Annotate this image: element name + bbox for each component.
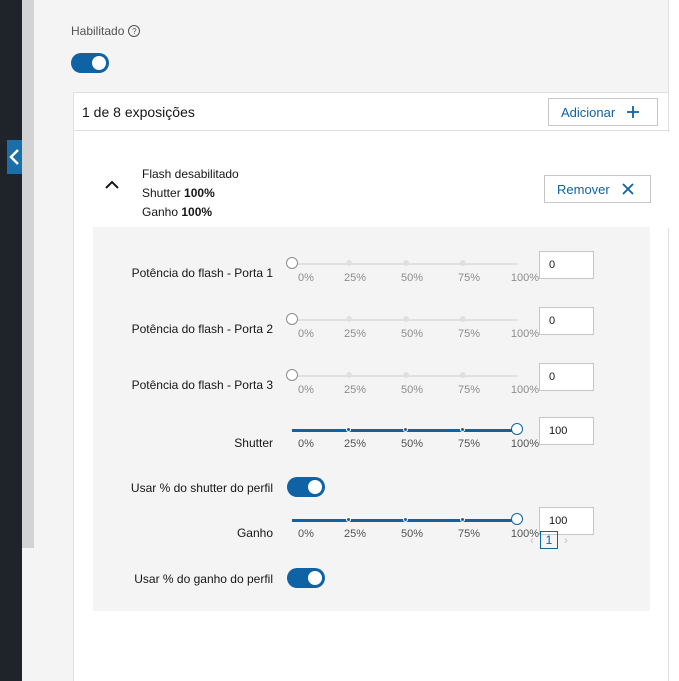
sidebar-strip [22,0,34,548]
add-button-label: Adicionar [561,104,616,120]
slider-tick-label: 50% [400,528,424,540]
exposures-header: 1 de 8 exposições Adicionar [74,93,670,131]
slider-tick-label: 75% [457,384,481,396]
slider-label: Potência do flash - Porta 1 [131,266,273,280]
chevron-up-icon[interactable] [105,180,119,190]
left-rail [0,0,22,681]
slider-tick [403,427,408,432]
slider-tick-label: 25% [343,384,367,396]
slider-tick-label: 0% [298,528,314,540]
percent-slider[interactable]: 0% 25% 50% 75% 100% [287,423,539,454]
toggle-knob [308,480,322,494]
add-button[interactable]: Adicionar [548,98,658,126]
slider-tick [403,372,409,378]
shutter-summary: Shutter 100% [142,184,239,203]
percent-slider[interactable]: 0% 25% 50% 75% 100% [286,313,539,344]
slider-tick-label: 0% [298,384,314,396]
use-profile-shutter-label: Usar % do shutter do perfil [130,481,273,495]
slider-tick-label: 50% [400,438,424,450]
slider-tick-label: 75% [457,438,481,450]
percent-slider[interactable]: 0% 25% 50% 75% 100% [287,513,539,544]
shutter-summary-value: 100% [184,186,215,200]
percent-input[interactable] [539,417,594,445]
slider-tick [346,372,352,378]
slider-tick [460,517,465,522]
shutter-summary-label: Shutter [142,186,181,200]
percent-slider[interactable]: 0% 25% 50% 75% 100% [286,369,539,400]
use-profile-gain-toggle[interactable] [287,568,325,588]
page-number[interactable]: 1 [540,531,558,549]
percent-input[interactable] [539,307,594,335]
slider-tick [460,260,466,266]
slider-handle[interactable] [286,369,298,381]
close-icon [622,183,634,195]
percent-slider[interactable]: 0% 25% 50% 75% 100% [286,257,539,288]
slider-tick [346,517,351,522]
next-page-button[interactable]: › [564,533,568,547]
exposure-count: 1 de 8 exposições [82,104,195,120]
slider-tick [460,372,466,378]
pagination: ‹ 1 › [530,531,568,549]
help-icon[interactable]: ? [128,25,141,37]
remove-button-label: Remover [557,181,610,197]
toggle-knob [308,571,322,585]
toggle-knob [92,56,106,70]
remove-button[interactable]: Remover [544,175,651,203]
slider-tick-label: 50% [400,328,424,340]
use-profile-gain-label: Usar % do ganho do perfil [134,572,273,586]
slider-tick-label: 75% [457,528,481,540]
slider-handle[interactable] [286,313,298,325]
slider-tick-label: 25% [343,438,367,450]
percent-input[interactable] [539,251,594,279]
gain-summary: Ganho 100% [142,203,239,222]
slider-handle[interactable] [511,513,523,525]
enabled-label: Habilitado ? [71,24,141,38]
prev-page-button[interactable]: ‹ [530,533,534,547]
slider-tick [346,260,352,266]
exposure-details: Flash desabilitado Shutter 100% Ganho 10… [142,165,239,222]
slider-tick [403,316,409,322]
enabled-label-text: Habilitado [71,24,125,38]
slider-tick [403,260,409,266]
slider-tick-label: 75% [457,272,481,284]
slider-tick [460,427,465,432]
slider-tick-label: 25% [343,528,367,540]
slider-label: Ganho [236,526,273,540]
slider-tick-label: 0% [298,438,314,450]
slider-tick-label: 25% [343,328,367,340]
enabled-toggle[interactable] [71,53,109,73]
slider-tick [346,316,352,322]
percent-input[interactable] [539,363,594,391]
slider-tick-label: 50% [400,384,424,396]
slider-tick [403,517,408,522]
slider-tick-label: 0% [298,272,314,284]
slider-handle[interactable] [286,257,298,269]
slider-handle[interactable] [511,423,523,435]
slider-label: Potência do flash - Porta 2 [131,322,273,336]
slider-tick-label: 25% [343,272,367,284]
slider-tick [460,316,466,322]
slider-label: Shutter [234,436,273,450]
flash-status: Flash desabilitado [142,167,239,181]
collapse-tab[interactable] [7,140,22,174]
plus-icon [627,106,640,118]
slider-tick-label: 0% [298,328,314,340]
chevron-left-icon [9,149,19,165]
gain-summary-label: Ganho [142,205,179,219]
slider-tick [346,427,351,432]
exposure-summary: Flash desabilitado Shutter 100% Ganho 10… [74,132,670,228]
slider-label: Potência do flash - Porta 3 [131,378,273,392]
gain-summary-value: 100% [181,205,213,219]
slider-tick-label: 50% [400,272,424,284]
use-profile-shutter-toggle[interactable] [287,477,325,497]
slider-tick-label: 75% [457,328,481,340]
